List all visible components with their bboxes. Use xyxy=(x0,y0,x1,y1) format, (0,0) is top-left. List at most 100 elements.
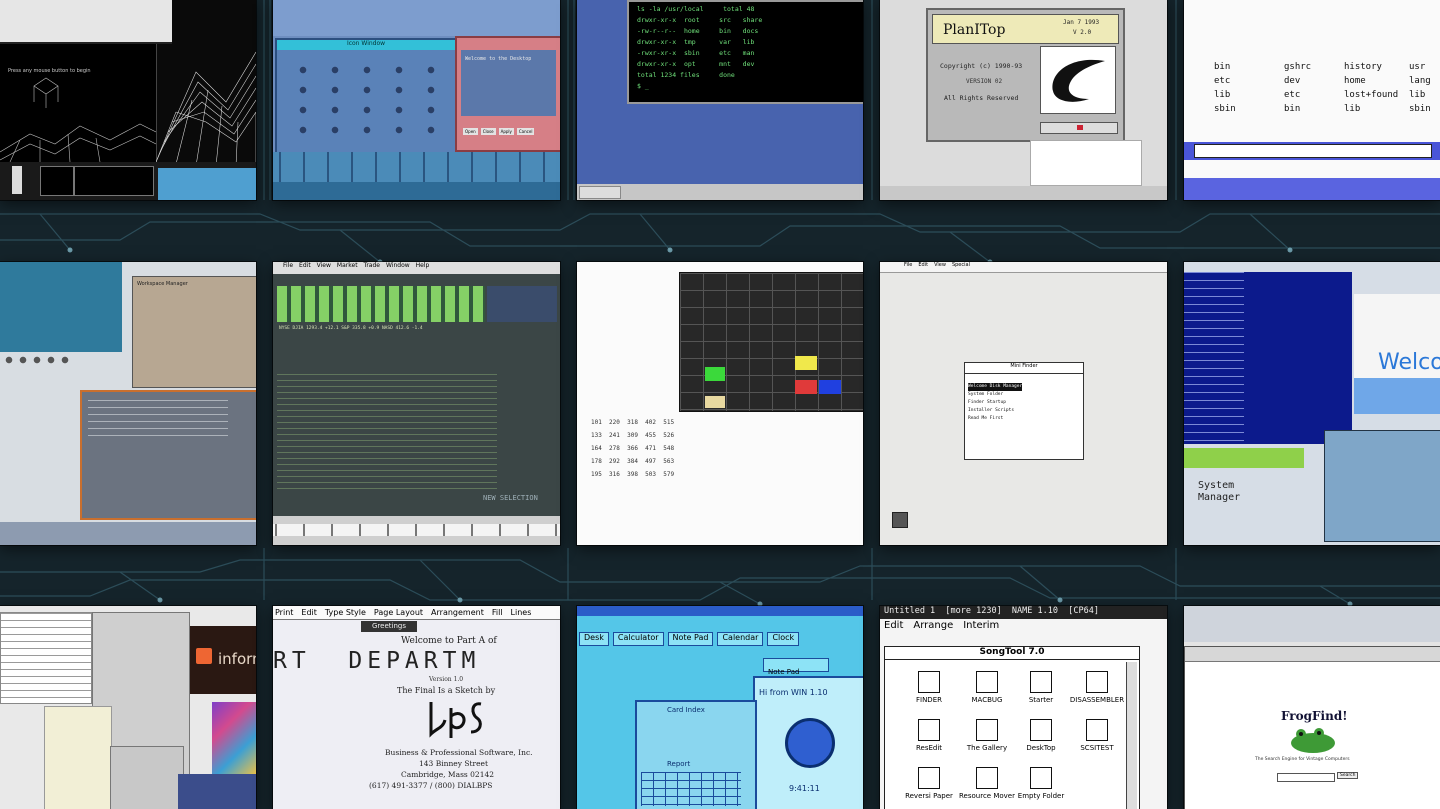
desktop-icon[interactable]: SCSITEST xyxy=(1065,719,1129,752)
search-input[interactable] xyxy=(1277,773,1335,782)
menu-item[interactable]: Edit xyxy=(299,262,311,274)
terminal-line: -rw-r--r-- home bin docs xyxy=(637,27,759,35)
pale-window xyxy=(44,706,112,809)
menu-item[interactable]: View xyxy=(317,262,331,274)
terminal-line: -rwxr-xr-x sbin etc man xyxy=(637,49,755,57)
plantop-ok-button[interactable] xyxy=(1040,122,1118,134)
menu-item[interactable]: File xyxy=(904,262,912,272)
terminal-line: drwxr-xr-x root src share xyxy=(637,16,763,24)
menu-item[interactable]: Market xyxy=(337,262,358,274)
tab[interactable]: Clock xyxy=(767,632,800,646)
bottom-bar xyxy=(273,182,560,200)
search-button[interactable]: Search xyxy=(1337,772,1359,779)
menu-item[interactable]: Arrangement xyxy=(431,608,484,617)
banner-box: Greetings xyxy=(361,621,417,632)
sheet-row: 178 292 384 497 563 xyxy=(591,458,675,465)
sheet-row: 101 220 318 402 515 xyxy=(591,419,675,426)
desktop-icon[interactable]: DeskTop xyxy=(1009,719,1073,752)
tab[interactable]: Note Pad xyxy=(667,632,714,646)
menu-item[interactable]: Edit xyxy=(918,262,928,272)
blue-band-2 xyxy=(1184,178,1440,200)
menu-item[interactable]: Page Layout xyxy=(374,608,423,617)
directory-entry: bin xyxy=(1284,104,1301,114)
about-text: Hi from WIN 1.10 xyxy=(759,688,828,697)
plantop-version: V 2.0 xyxy=(1073,29,1092,36)
dialog-list-item[interactable]: Read Me First xyxy=(968,415,1022,423)
inform-text: inform xyxy=(218,650,256,668)
icon-label: FINDER xyxy=(915,696,942,704)
red-window xyxy=(110,746,184,809)
app-icon xyxy=(918,671,940,693)
tab[interactable]: Desk xyxy=(579,632,609,646)
menu-item[interactable]: Window xyxy=(386,262,410,274)
taskbar-button[interactable] xyxy=(579,186,621,199)
menu-item[interactable]: File xyxy=(283,262,293,274)
desktop-icon[interactable]: FINDER xyxy=(897,671,961,704)
grid-area xyxy=(277,374,497,494)
desktop-icon[interactable]: Starter xyxy=(1009,671,1073,704)
app-icon xyxy=(918,719,940,741)
browser-toolbar xyxy=(1185,647,1440,662)
input-strip[interactable] xyxy=(1194,144,1432,158)
report-label: Report xyxy=(667,760,691,768)
dialog-button[interactable]: Apply xyxy=(498,128,514,135)
dialog-welcome: Welcome to the Desktop xyxy=(465,56,532,62)
notepad-title-text: Note Pad xyxy=(768,668,800,676)
taskbar xyxy=(577,184,863,200)
menu-item[interactable]: Fill xyxy=(492,608,503,617)
banner-text: Greetings xyxy=(372,622,406,630)
menu-item[interactable]: Print xyxy=(275,608,293,617)
frogfind-subtitle: The Search Engine for Vintage Computers xyxy=(1255,757,1350,762)
status-bar xyxy=(880,186,1167,200)
phone-line: (617) 491-3377 / (800) DIALBPS xyxy=(369,781,493,790)
browser-top xyxy=(1184,606,1440,642)
menu-item[interactable]: Help xyxy=(416,262,430,274)
tile-workspace: Workspace Manager xyxy=(0,262,256,545)
tile-art-department: Print Edit Type Style Page Layout Arrang… xyxy=(273,606,560,809)
songtool-window: SongTool 7.0 FINDER MACBUG Starter DISASSEM… xyxy=(884,646,1140,809)
dialog-list-item[interactable]: System Folder xyxy=(968,391,1022,399)
red-mark xyxy=(1077,125,1083,130)
desktop-top xyxy=(273,0,560,36)
menu-bar: File Edit View Market Trade Window Help xyxy=(273,262,560,274)
system-manager-label: System Manager xyxy=(1198,480,1241,503)
dialog-list-item[interactable]: Finder Startup xyxy=(968,399,1022,407)
desktop-icon[interactable]: DISASSEMBLER xyxy=(1065,671,1129,704)
dialog-list-item[interactable]: Installer Scripts xyxy=(968,407,1022,415)
browser-window: FrogFind! The Search Engine for Vintage … xyxy=(1184,646,1440,809)
cell-blue xyxy=(819,380,841,394)
menu-item[interactable]: Interim xyxy=(963,620,999,634)
form-grid xyxy=(1030,140,1142,186)
menu-item[interactable]: Edit xyxy=(301,608,317,617)
menu-bar: File Edit View Special xyxy=(880,262,1167,273)
tab[interactable]: Calculator xyxy=(612,632,664,646)
directory-entry: dev xyxy=(1284,76,1301,86)
menu-item[interactable]: Type Style xyxy=(325,608,366,617)
menu-item[interactable]: Arrange xyxy=(913,620,953,634)
disk-icon[interactable] xyxy=(892,512,908,528)
plantop-logo-frame xyxy=(1040,46,1116,114)
scrollbar[interactable] xyxy=(1126,662,1137,809)
title-bar xyxy=(577,606,863,616)
menu-item[interactable]: Lines xyxy=(511,608,532,617)
directory-entry: home xyxy=(1344,76,1366,86)
app-icon xyxy=(1086,719,1108,741)
menu-item[interactable]: Edit xyxy=(884,620,903,634)
desktop-icon[interactable]: Reversi Paper xyxy=(897,767,961,800)
icon-label: ResEdit xyxy=(915,744,943,752)
tool-button[interactable] xyxy=(12,166,22,194)
menu-item[interactable]: View xyxy=(934,262,946,272)
tile-wireframe-terrain: Press any mouse button to begin xyxy=(0,0,256,200)
dialog-list-item[interactable]: Welcome Disk Manager xyxy=(968,383,1023,391)
menu-item[interactable]: Trade xyxy=(364,262,380,274)
dialog-button[interactable]: Cancel xyxy=(516,128,535,135)
dialog-body: Welcome to the Desktop xyxy=(461,50,556,116)
menu-item[interactable]: Special xyxy=(952,262,970,272)
desktop-icon[interactable]: Empty Folder xyxy=(1009,767,1073,800)
plantop-date: Jan 7 1993 xyxy=(1063,19,1100,26)
wireframe-window: Press any mouse button to begin xyxy=(0,44,157,162)
dialog-button[interactable]: Close xyxy=(480,128,496,135)
dialog-button[interactable]: Open xyxy=(463,128,478,135)
tab[interactable]: Calendar xyxy=(717,632,764,646)
desktop-icon[interactable]: ResEdit xyxy=(897,719,961,752)
